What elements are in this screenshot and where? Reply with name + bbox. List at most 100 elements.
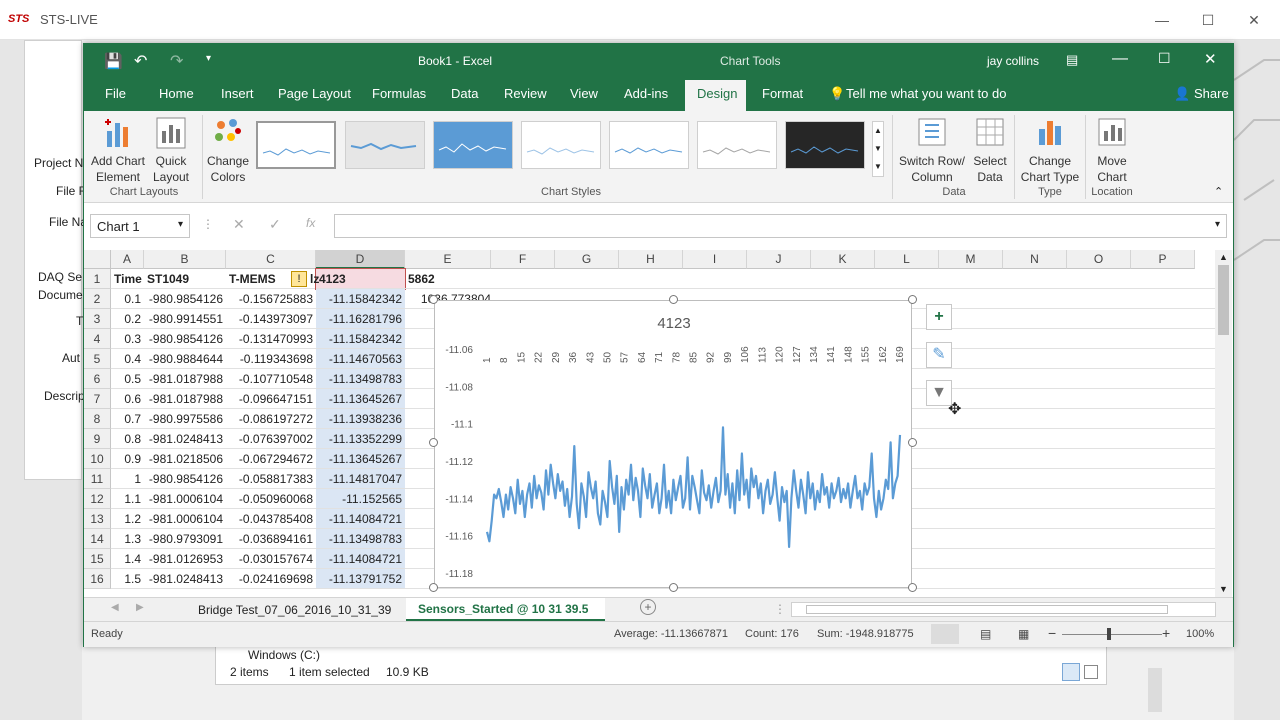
column-header-m[interactable]: M (939, 250, 1003, 269)
tab-view[interactable]: View (570, 86, 598, 101)
sheet-tab-sensors-started[interactable]: Sensors_Started @ 10 31 39.5 (418, 602, 588, 616)
column-header-i[interactable]: I (683, 250, 747, 269)
chevron-down-icon[interactable]: ▾ (178, 219, 183, 230)
series-line[interactable] (485, 426, 902, 548)
resize-handle-top-left[interactable] (429, 295, 438, 304)
row-header[interactable]: 12 (84, 489, 111, 509)
column-header-f[interactable]: F (491, 250, 555, 269)
row-header[interactable]: 6 (84, 369, 111, 389)
move-chart-button[interactable]: Move Chart (1087, 117, 1137, 187)
table-cell[interactable]: 0.4 (111, 349, 144, 369)
table-cell[interactable]: -0.024169698 (226, 569, 316, 589)
table-cell[interactable]: -980.9914551 (144, 309, 226, 329)
table-cell[interactable]: 4123 (315, 268, 406, 290)
large-icons-view-icon[interactable] (1084, 665, 1098, 679)
table-cell[interactable]: -981.0187988 (144, 369, 226, 389)
scroll-thumb[interactable] (1218, 265, 1229, 335)
excel-close-icon[interactable]: ✕ (1204, 50, 1217, 68)
vertical-scrollbar[interactable]: ▲ ▼ (1215, 250, 1232, 597)
table-cell[interactable]: -980.9854126 (144, 289, 226, 309)
column-header-g[interactable]: G (555, 250, 619, 269)
row-header[interactable]: 8 (84, 409, 111, 429)
table-cell[interactable]: -980.9854126 (144, 329, 226, 349)
name-box[interactable]: Chart 1 ▾ (90, 214, 190, 238)
chart-styles-brush-icon[interactable]: ✎ (926, 342, 952, 368)
user-name[interactable]: jay collins (987, 54, 1039, 68)
table-cell[interactable]: 0.8 (111, 429, 144, 449)
insert-function-icon[interactable]: fx (306, 216, 315, 230)
column-header-n[interactable]: N (1003, 250, 1067, 269)
tell-me-search[interactable]: Tell me what you want to do (846, 86, 1006, 101)
chart-style-4[interactable] (521, 121, 601, 169)
chart-style-7[interactable] (785, 121, 865, 169)
excel-minimize-icon[interactable]: — (1112, 50, 1128, 68)
resize-handle-left[interactable] (429, 438, 438, 447)
sts-scrollbar[interactable] (1148, 668, 1162, 712)
worksheet-grid[interactable]: ABCDEFGHIJKLMNOP 1 Time ST1049 T-MEMS 4123 58… (84, 250, 1233, 597)
zoom-in-icon[interactable]: + (1162, 625, 1170, 641)
table-cell[interactable]: -11.13938236 (316, 409, 405, 429)
table-cell[interactable]: 0.9 (111, 449, 144, 469)
table-cell[interactable]: -11.14084721 (316, 509, 405, 529)
drive-label[interactable]: Windows (C:) (248, 648, 320, 662)
row-header[interactable]: 5 (84, 349, 111, 369)
column-header-p[interactable]: P (1131, 250, 1195, 269)
table-cell[interactable]: 1.5 (111, 569, 144, 589)
column-header-b[interactable]: B (144, 250, 226, 269)
table-cell[interactable]: -0.036894161 (226, 529, 316, 549)
table-cell[interactable]: -0.043785408 (226, 509, 316, 529)
chart-style-6[interactable] (697, 121, 777, 169)
tab-page-layout[interactable]: Page Layout (278, 86, 351, 101)
select-all-corner[interactable] (84, 250, 111, 269)
table-cell[interactable]: -0.030157674 (226, 549, 316, 569)
table-cell[interactable]: -11.152565 (316, 489, 405, 509)
scroll-up-icon[interactable]: ▲ (1219, 252, 1228, 262)
row-header[interactable]: 3 (84, 309, 111, 329)
table-cell[interactable]: -11.15842342 (316, 329, 405, 349)
table-cell[interactable]: -981.0006104 (144, 509, 226, 529)
table-cell[interactable]: -11.13645267 (316, 449, 405, 469)
table-cell[interactable]: 0.5 (111, 369, 144, 389)
tab-insert[interactable]: Insert (221, 86, 254, 101)
table-cell[interactable]: -0.086197272 (226, 409, 316, 429)
normal-view-icon[interactable] (931, 624, 959, 644)
table-cell[interactable]: 0.2 (111, 309, 144, 329)
zoom-slider-thumb[interactable] (1107, 628, 1111, 640)
row-header[interactable]: 10 (84, 449, 111, 469)
table-cell[interactable]: -11.15842342 (316, 289, 405, 309)
resize-handle-right[interactable] (908, 438, 917, 447)
table-cell[interactable]: 0.7 (111, 409, 144, 429)
resize-handle-bottom-right[interactable] (908, 583, 917, 592)
chart-title[interactable]: 4123 (657, 315, 690, 332)
row-header[interactable]: 16 (84, 569, 111, 589)
customize-toolbar-icon[interactable]: ▾ (206, 53, 211, 64)
row-header[interactable]: 9 (84, 429, 111, 449)
details-view-icon[interactable] (1062, 663, 1080, 681)
formula-input[interactable]: ▾ (334, 214, 1227, 238)
chart-style-5[interactable] (609, 121, 689, 169)
error-warning-icon[interactable]: ! (291, 271, 307, 287)
chart-styles-scroll[interactable]: ▲ ▼ ▼ (872, 121, 884, 177)
table-cell[interactable]: -0.058817383 (226, 469, 316, 489)
table-cell[interactable]: -980.9884644 (144, 349, 226, 369)
chart-object[interactable]: 4123 -11.06 -11.08 -11.1 -11.12 -11.14 -11.16… (434, 300, 912, 588)
chart-style-2[interactable] (345, 121, 425, 169)
change-chart-type-button[interactable]: Change Chart Type (1017, 117, 1083, 187)
prev-sheet-icon[interactable]: ◀ (111, 602, 119, 613)
column-header-k[interactable]: K (811, 250, 875, 269)
expand-formula-icon[interactable]: ▾ (1215, 219, 1220, 230)
column-header-o[interactable]: O (1067, 250, 1131, 269)
table-cell[interactable]: -11.13645267 (316, 389, 405, 409)
chart-style-1[interactable] (256, 121, 336, 169)
table-cell[interactable]: -11.14817047 (316, 469, 405, 489)
select-data-button[interactable]: Select Data (968, 117, 1012, 187)
table-cell[interactable]: 0.1 (111, 289, 144, 309)
column-header-d[interactable]: D (316, 250, 405, 269)
tab-design[interactable]: Design (697, 86, 737, 101)
table-cell[interactable]: -11.14084721 (316, 549, 405, 569)
save-icon[interactable]: 💾 (104, 52, 123, 70)
row-header[interactable]: 7 (84, 389, 111, 409)
zoom-out-icon[interactable]: − (1048, 625, 1056, 641)
cancel-icon[interactable]: ✕ (233, 216, 245, 233)
close-icon[interactable]: ✕ (1244, 10, 1264, 30)
